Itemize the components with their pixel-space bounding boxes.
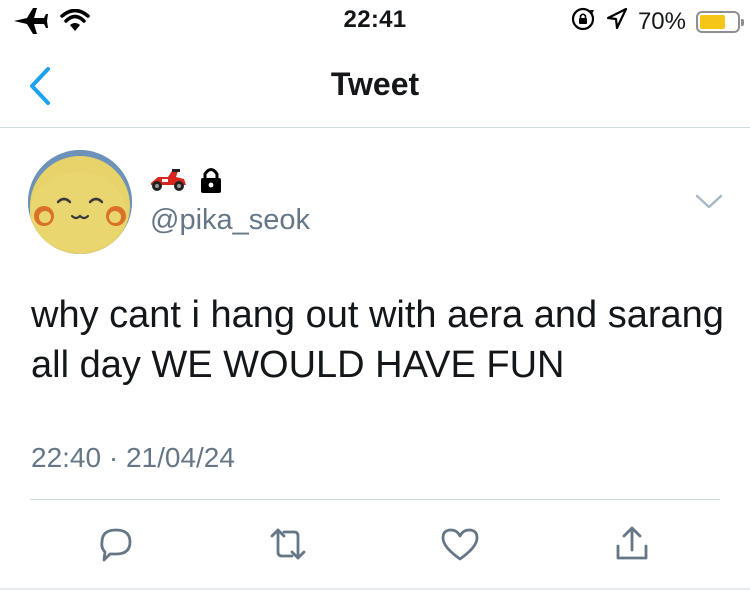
share-button[interactable] [608,520,656,568]
battery-icon [696,10,744,33]
battery-tip [741,18,744,26]
tweet-action-bar [0,520,750,570]
heart-icon [441,528,479,561]
battery-level-fill [700,14,726,29]
retweet-icon [270,528,306,560]
rotation-lock-icon [570,6,596,37]
lock-icon [198,166,224,199]
share-icon [616,526,648,560]
tweet-timestamp[interactable]: 22:40 · 21/04/24 [31,442,235,474]
chevron-down-icon [695,194,723,209]
reply-button[interactable] [92,520,140,568]
tweet-options-button[interactable] [694,190,724,214]
status-bar: 22:41 70% [0,0,750,44]
status-right-group: 70% [570,6,744,37]
tweet-detail-screen: 22:41 70% Tweet @pika_seok why cant i ha… [0,0,750,590]
avatar[interactable] [28,150,132,254]
like-button[interactable] [436,520,484,568]
display-name[interactable] [148,166,224,199]
location-arrow-icon [606,7,628,36]
pikachu-avatar-image [28,150,132,254]
reply-icon [100,528,132,562]
page-title: Tweet [330,66,420,102]
retweet-button[interactable] [264,520,312,568]
race-car-emoji [148,167,188,198]
battery-percent: 70% [637,7,686,35]
divider [30,499,720,500]
user-handle[interactable]: @pika_seok [150,204,310,237]
navigation-bar: Tweet [0,44,750,128]
tweet-text: why cant i hang out with aera and sarang… [31,294,724,386]
